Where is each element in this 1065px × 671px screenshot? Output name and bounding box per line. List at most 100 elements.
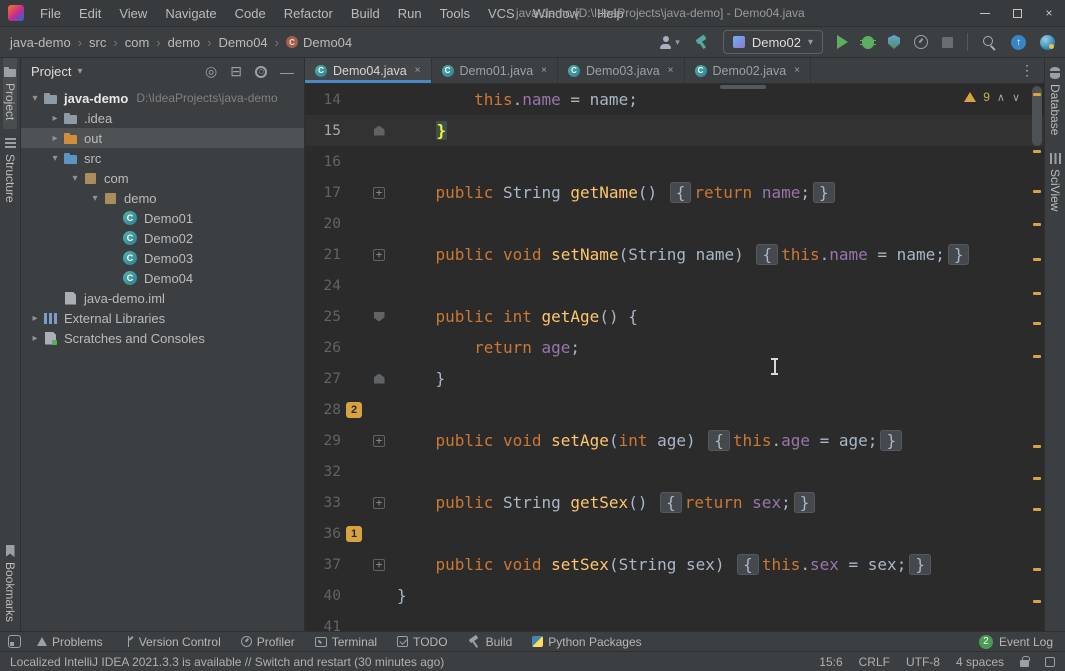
menu-tools[interactable]: Tools [431, 0, 479, 27]
line-number[interactable]: 33 [305, 495, 341, 511]
line-number[interactable]: 15 [305, 123, 341, 139]
breadcrumb-item-java-demo-0[interactable]: java-demo [10, 35, 71, 50]
menu-edit[interactable]: Edit [70, 0, 110, 27]
status-message[interactable]: Localized IntelliJ IDEA 2021.3.3 is avai… [10, 655, 444, 669]
line-number[interactable]: 40 [305, 588, 341, 604]
fold-expand-icon[interactable]: + [373, 559, 385, 571]
tool-button-problems[interactable]: Problems [27, 632, 113, 651]
code-editor[interactable]: 14 this.name = name;15 }1617+ public Str… [305, 84, 1044, 631]
code-line-20[interactable]: 20 [305, 208, 1044, 239]
debug-button[interactable] [862, 36, 874, 49]
breadcrumb-item-src-1[interactable]: src [89, 35, 106, 50]
tree-item-demo01[interactable]: CDemo01 [21, 208, 304, 228]
menu-file[interactable]: File [31, 0, 70, 27]
menu-code[interactable]: Code [226, 0, 275, 27]
stop-button[interactable] [942, 37, 953, 48]
code-line-26[interactable]: 26 return age; [305, 332, 1044, 363]
chevron-down-icon[interactable]: ▾ [47, 153, 63, 164]
tool-button-build[interactable]: Build [458, 632, 523, 651]
line-separator[interactable]: CRLF [859, 655, 890, 669]
next-problem-icon[interactable]: ∨ [1012, 91, 1020, 104]
fold-expand-icon[interactable]: + [373, 497, 385, 509]
tree-item-src[interactable]: ▾src [21, 148, 304, 168]
minimize-button[interactable] [969, 0, 1001, 26]
breadcrumb-item-demo04-5[interactable]: CDemo04 [286, 35, 352, 50]
coverage-button[interactable] [888, 35, 900, 49]
line-number[interactable]: 26 [305, 340, 341, 356]
fold-cell[interactable]: + [367, 187, 391, 199]
tool-button-python-packages[interactable]: Python Packages [522, 632, 651, 651]
code-line-17[interactable]: 17+ public String getName() {return name… [305, 177, 1044, 208]
tree-item-out[interactable]: ▸out [21, 128, 304, 148]
line-number[interactable]: 37 [305, 557, 341, 573]
fold-cell[interactable] [367, 126, 391, 136]
chevron-down-icon[interactable]: ▾ [27, 93, 43, 104]
tool-button-sciview[interactable]: SciView [1048, 144, 1062, 220]
tool-button-structure[interactable]: Structure [3, 129, 17, 212]
breadcrumb-item-demo04-4[interactable]: Demo04 [219, 35, 268, 50]
ide-settings-icon[interactable] [1040, 35, 1055, 50]
tool-button-todo[interactable]: TODO [387, 632, 457, 651]
tree-item-com[interactable]: ▾com [21, 168, 304, 188]
line-number[interactable]: 41 [305, 619, 341, 632]
chevron-right-icon[interactable]: ▸ [27, 313, 43, 324]
menu-build[interactable]: Build [342, 0, 389, 27]
horizontal-scrollbar-thumb[interactable] [720, 85, 766, 89]
fold-expand-icon[interactable]: + [373, 435, 385, 447]
lock-icon[interactable] [1020, 660, 1029, 667]
tab-close-icon[interactable]: × [541, 65, 547, 76]
collapse-all-icon[interactable]: ⊟ [230, 63, 242, 80]
tree-item-scratches-and-consoles[interactable]: ▸Scratches and Consoles [21, 328, 304, 348]
line-number[interactable]: 29 [305, 433, 341, 449]
fold-expand-icon[interactable]: + [373, 249, 385, 261]
chevron-right-icon[interactable]: ▸ [47, 113, 63, 124]
tree-item-java-demo-iml[interactable]: java-demo.iml [21, 288, 304, 308]
code-line-40[interactable]: 40} [305, 580, 1044, 611]
profiler-button[interactable] [914, 35, 928, 49]
code-line-21[interactable]: 21+ public void setName(String name) {th… [305, 239, 1044, 270]
close-button[interactable]: × [1033, 0, 1065, 26]
tab-demo01-java[interactable]: CDemo01.java× [432, 58, 559, 83]
maximize-button[interactable] [1001, 0, 1033, 26]
bookmark-icon[interactable]: 2 [346, 402, 362, 418]
fold-expand-icon[interactable]: + [373, 187, 385, 199]
line-number[interactable]: 16 [305, 154, 341, 170]
code-line-29[interactable]: 29+ public void setAge(int age) {this.ag… [305, 425, 1044, 456]
tree-item-demo04[interactable]: CDemo04 [21, 268, 304, 288]
menu-view[interactable]: View [110, 0, 156, 27]
inspections-widget[interactable]: 9 ∧ ∨ [964, 90, 1020, 104]
code-line-25[interactable]: 25 public int getAge() { [305, 301, 1044, 332]
tool-button-bookmarks[interactable]: Bookmarks [3, 536, 17, 631]
indent-style[interactable]: 4 spaces [956, 655, 1004, 669]
fold-cell[interactable]: + [367, 559, 391, 571]
line-number[interactable]: 32 [305, 464, 341, 480]
tree-item-idea[interactable]: ▸.idea [21, 108, 304, 128]
menu-navigate[interactable]: Navigate [156, 0, 225, 27]
line-number[interactable]: 17 [305, 185, 341, 201]
breadcrumb-item-com-2[interactable]: com [125, 35, 150, 50]
fold-cell[interactable]: + [367, 249, 391, 261]
tool-button-project[interactable]: Project [3, 58, 17, 129]
event-log-button[interactable]: 2 Event Log [979, 635, 1057, 649]
line-number[interactable]: 14 [305, 92, 341, 108]
fold-end-icon[interactable] [374, 126, 385, 136]
run-configuration-select[interactable]: Demo02 ▾ [723, 30, 823, 54]
previous-problem-icon[interactable]: ∧ [997, 91, 1005, 104]
menu-run[interactable]: Run [389, 0, 431, 27]
editor-scrollbar[interactable] [1030, 84, 1044, 631]
fold-cell[interactable]: + [367, 497, 391, 509]
search-everywhere-button[interactable] [982, 35, 997, 50]
breadcrumb-item-demo-3[interactable]: demo [168, 35, 201, 50]
code-line-27[interactable]: 27 } [305, 363, 1044, 394]
tool-button-database[interactable]: Database [1048, 58, 1062, 144]
fold-end-icon[interactable] [374, 374, 385, 384]
line-number[interactable]: 28 [305, 402, 341, 418]
update-button[interactable]: ↑ [1011, 35, 1026, 50]
menu-refactor[interactable]: Refactor [275, 0, 342, 27]
chevron-down-icon[interactable]: ▾ [87, 193, 103, 204]
more-tabs-icon[interactable]: ⋮ [1010, 58, 1044, 83]
settings-gear-icon[interactable] [255, 66, 267, 78]
build-project-button[interactable] [694, 35, 709, 50]
chevron-down-icon[interactable]: ▾ [77, 66, 82, 77]
fold-cell[interactable]: + [367, 435, 391, 447]
